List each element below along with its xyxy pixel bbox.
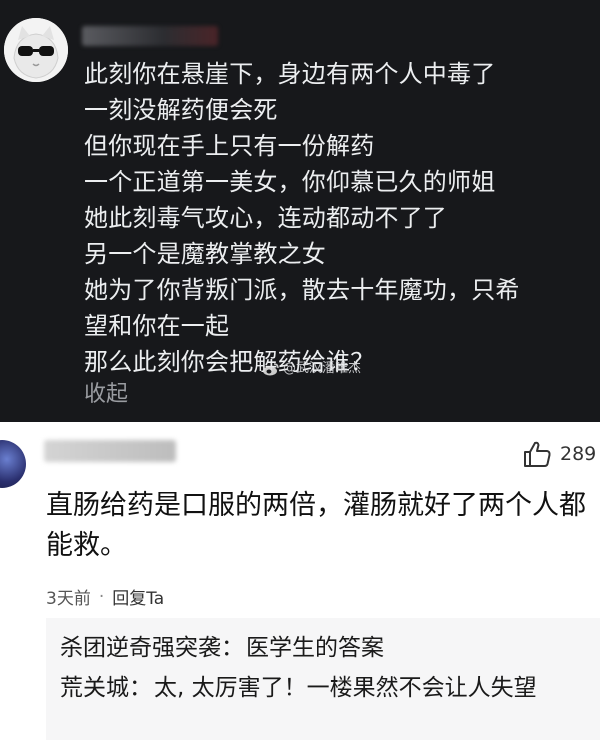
reply-to-button[interactable]: 回复Ta bbox=[112, 584, 164, 609]
reply-author-blurred[interactable] bbox=[44, 440, 176, 462]
reply-time: 3天前 bbox=[46, 589, 91, 609]
author-name-blurred[interactable] bbox=[82, 26, 218, 46]
sub-reply-text: 医学生的答案 bbox=[246, 635, 384, 661]
sub-reply-user[interactable]: 荒关城 bbox=[60, 675, 129, 701]
author-avatar[interactable] bbox=[4, 18, 68, 82]
watermark-text: @武汉潘唯杰 bbox=[283, 361, 362, 376]
post-line: 一刻没解药便会死 bbox=[84, 96, 278, 124]
post-line: 她为了你背叛门派，散去十年魔功，只希 bbox=[84, 276, 520, 304]
watermark: @武汉潘唯杰 bbox=[262, 360, 361, 378]
reply-text: 直肠给药是口服的两倍，灌肠就好了两个人都能救。 bbox=[46, 490, 586, 561]
reply-meta: 3天前 · 回复Ta bbox=[46, 584, 164, 610]
reply-avatar[interactable] bbox=[0, 440, 26, 488]
post-line: 一个正道第一美女，你仰慕已久的师姐 bbox=[84, 168, 496, 196]
sub-reply-item[interactable]: 杀团逆奇强突袭：医学生的答案 bbox=[60, 628, 600, 668]
sub-reply-list: 杀团逆奇强突袭：医学生的答案 荒关城：太, 太厉害了！一楼果然不会让人失望 bbox=[46, 618, 600, 740]
like-button[interactable]: 289 bbox=[522, 438, 596, 470]
sub-reply-text: 太, 太厉害了！一楼果然不会让人失望 bbox=[154, 675, 537, 701]
post-line: 此刻你在悬崖下，身边有两个人中毒了 bbox=[84, 60, 496, 88]
post-line: 她此刻毒气攻心，连动都动不了了 bbox=[84, 204, 447, 232]
meta-separator: · bbox=[98, 586, 105, 607]
sub-reply-user[interactable]: 杀团逆奇强突袭 bbox=[60, 635, 221, 661]
sub-reply-colon: ： bbox=[221, 635, 244, 661]
sub-reply-colon: ： bbox=[129, 675, 152, 701]
post-line: 另一个是魔教掌教之女 bbox=[84, 240, 326, 268]
post-line: 但你现在手上只有一份解药 bbox=[84, 132, 375, 160]
weibo-logo-icon bbox=[263, 363, 279, 376]
collapse-button[interactable]: 收起 bbox=[84, 380, 128, 410]
sub-reply-item[interactable]: 荒关城：太, 太厉害了！一楼果然不会让人失望 bbox=[60, 668, 600, 708]
thumbs-up-icon bbox=[524, 441, 551, 467]
post-body: 此刻你在悬崖下，身边有两个人中毒了 一刻没解药便会死 但你现在手上只有一份解药 … bbox=[84, 56, 594, 380]
like-count: 289 bbox=[560, 443, 597, 465]
reply-card: 289 直肠给药是口服的两倍，灌肠就好了两个人都能救。 3天前 · 回复Ta 杀… bbox=[0, 422, 600, 740]
post-card: 此刻你在悬崖下，身边有两个人中毒了 一刻没解药便会死 但你现在手上只有一份解药 … bbox=[0, 0, 600, 422]
post-line: 望和你在一起 bbox=[84, 312, 230, 340]
cat-with-sunglasses-icon bbox=[4, 18, 68, 82]
